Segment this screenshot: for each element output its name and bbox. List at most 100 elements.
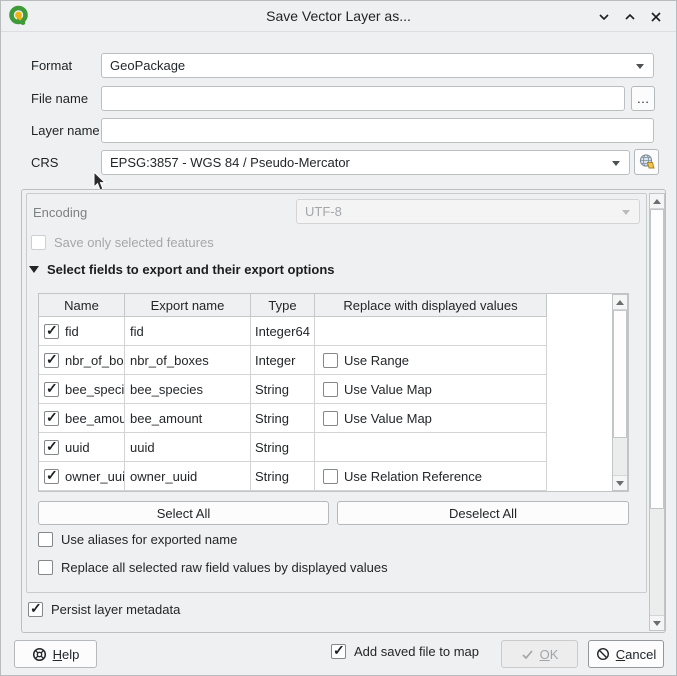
replace-all-raw-row[interactable]: Replace all selected raw field values by… [38,560,388,575]
field-checkbox[interactable] [44,324,59,339]
table-scrollbar-thumb[interactable] [613,310,627,438]
export-name-cell[interactable]: nbr_of_boxes [125,346,251,375]
replace-cell[interactable]: Use Relation Reference [315,462,547,491]
table-scroll-up-button[interactable] [613,295,627,310]
help-button[interactable]: Help [14,640,97,668]
field-checkbox[interactable] [44,353,59,368]
header-export-name[interactable]: Export name [125,294,251,317]
ok-button: OK [501,640,578,668]
type-cell: Integer64 [251,317,315,346]
format-value: GeoPackage [110,58,185,73]
encoding-value: UTF-8 [305,204,342,219]
table-scroll-down-button[interactable] [613,475,627,490]
field-name-label: bee_amount [65,411,125,426]
select-all-button[interactable]: Select All [38,501,329,525]
persist-metadata-checkbox[interactable] [28,602,43,617]
use-aliases-checkbox[interactable] [38,532,53,547]
scroll-down-button[interactable] [650,615,664,630]
table-scrollbar[interactable] [612,294,628,491]
ok-label: OK [540,647,559,662]
scrollbar-thumb[interactable] [650,209,664,509]
browse-button[interactable]: … [631,86,655,111]
scroll-up-button[interactable] [650,194,664,209]
field-checkbox[interactable] [44,440,59,455]
replace-option-label: Use Value Map [344,382,432,397]
use-aliases-label: Use aliases for exported name [61,532,237,547]
layer-name-input[interactable] [101,118,654,143]
window-shade-button[interactable] [596,9,612,25]
field-name-cell[interactable]: bee_species [39,375,125,404]
add-saved-file-checkbox[interactable] [331,644,346,659]
titlebar[interactable]: Save Vector Layer as... [1,1,676,32]
replace-all-raw-checkbox[interactable] [38,560,53,575]
field-name-cell[interactable]: uuid [39,433,125,462]
chevron-down-icon [622,210,630,215]
field-name-label: nbr_of_boxes [65,353,125,368]
export-name-cell[interactable]: fid [125,317,251,346]
replace-all-raw-label: Replace all selected raw field values by… [61,560,388,575]
format-select[interactable]: GeoPackage [101,53,654,78]
export-name-cell[interactable]: uuid [125,433,251,462]
field-checkbox[interactable] [44,382,59,397]
export-name-cell[interactable]: owner_uuid [125,462,251,491]
header-name[interactable]: Name [39,294,125,317]
field-checkbox[interactable] [44,411,59,426]
replace-option-checkbox[interactable] [323,411,338,426]
add-saved-file-row[interactable]: Add saved file to map [331,644,479,659]
replace-cell[interactable]: Use Value Map [315,375,547,404]
field-name-cell[interactable]: nbr_of_boxes [39,346,125,375]
persist-metadata-row[interactable]: Persist layer metadata [28,602,180,617]
layer-name-label: Layer name [31,123,100,138]
use-aliases-row[interactable]: Use aliases for exported name [38,532,237,547]
table-header-row: Name Export name Type Replace with displ… [39,294,628,317]
deselect-all-label: Deselect All [449,506,517,521]
type-cell: String [251,375,315,404]
replace-option-label: Use Relation Reference [344,469,482,484]
field-name-label: uuid [65,440,90,455]
replace-cell [315,433,547,462]
replace-cell [315,317,547,346]
field-checkbox[interactable] [44,469,59,484]
save-only-selected-label: Save only selected features [54,235,214,250]
table-row: owner_uuidowner_uuidStringUse Relation R… [39,462,628,491]
field-name-cell[interactable]: bee_amount [39,404,125,433]
crs-label: CRS [31,155,58,170]
replace-option-checkbox[interactable] [323,469,338,484]
select-all-label: Select All [157,506,210,521]
type-cell: Integer [251,346,315,375]
field-name-label: owner_uuid [65,469,125,484]
crs-select[interactable]: EPSG:3857 - WGS 84 / Pseudo-Mercator [101,150,630,175]
chevron-down-icon [636,64,644,69]
window-close-button[interactable] [648,9,664,25]
export-name-cell[interactable]: bee_species [125,375,251,404]
replace-option-checkbox[interactable] [323,382,338,397]
add-saved-file-label: Add saved file to map [354,644,479,659]
persist-metadata-label: Persist layer metadata [51,602,180,617]
replace-option-checkbox[interactable] [323,353,338,368]
fields-table: Name Export name Type Replace with displ… [38,293,629,492]
outer-scrollbar[interactable] [649,193,665,631]
lifebuoy-icon [32,647,47,662]
export-name-cell[interactable]: bee_amount [125,404,251,433]
header-type[interactable]: Type [251,294,315,317]
file-name-input[interactable] [101,86,625,111]
header-replace[interactable]: Replace with displayed values [315,294,547,317]
fields-section-header[interactable]: Select fields to export and their export… [29,262,335,277]
triangle-up-icon [616,300,624,305]
replace-cell[interactable]: Use Range [315,346,547,375]
window-maximize-button[interactable] [622,9,638,25]
slashed-circle-icon [596,647,610,661]
table-row: uuiduuidString [39,433,628,462]
globe-edit-icon [638,153,656,171]
type-cell: String [251,404,315,433]
check-icon [521,648,534,661]
replace-cell[interactable]: Use Value Map [315,404,547,433]
deselect-all-button[interactable]: Deselect All [337,501,629,525]
field-name-cell[interactable]: owner_uuid [39,462,125,491]
select-crs-button[interactable] [634,149,659,175]
triangle-up-icon [653,199,661,204]
type-cell: String [251,462,315,491]
field-name-cell[interactable]: fid [39,317,125,346]
replace-option-label: Use Range [344,353,409,368]
cancel-button[interactable]: Cancel [588,640,664,668]
